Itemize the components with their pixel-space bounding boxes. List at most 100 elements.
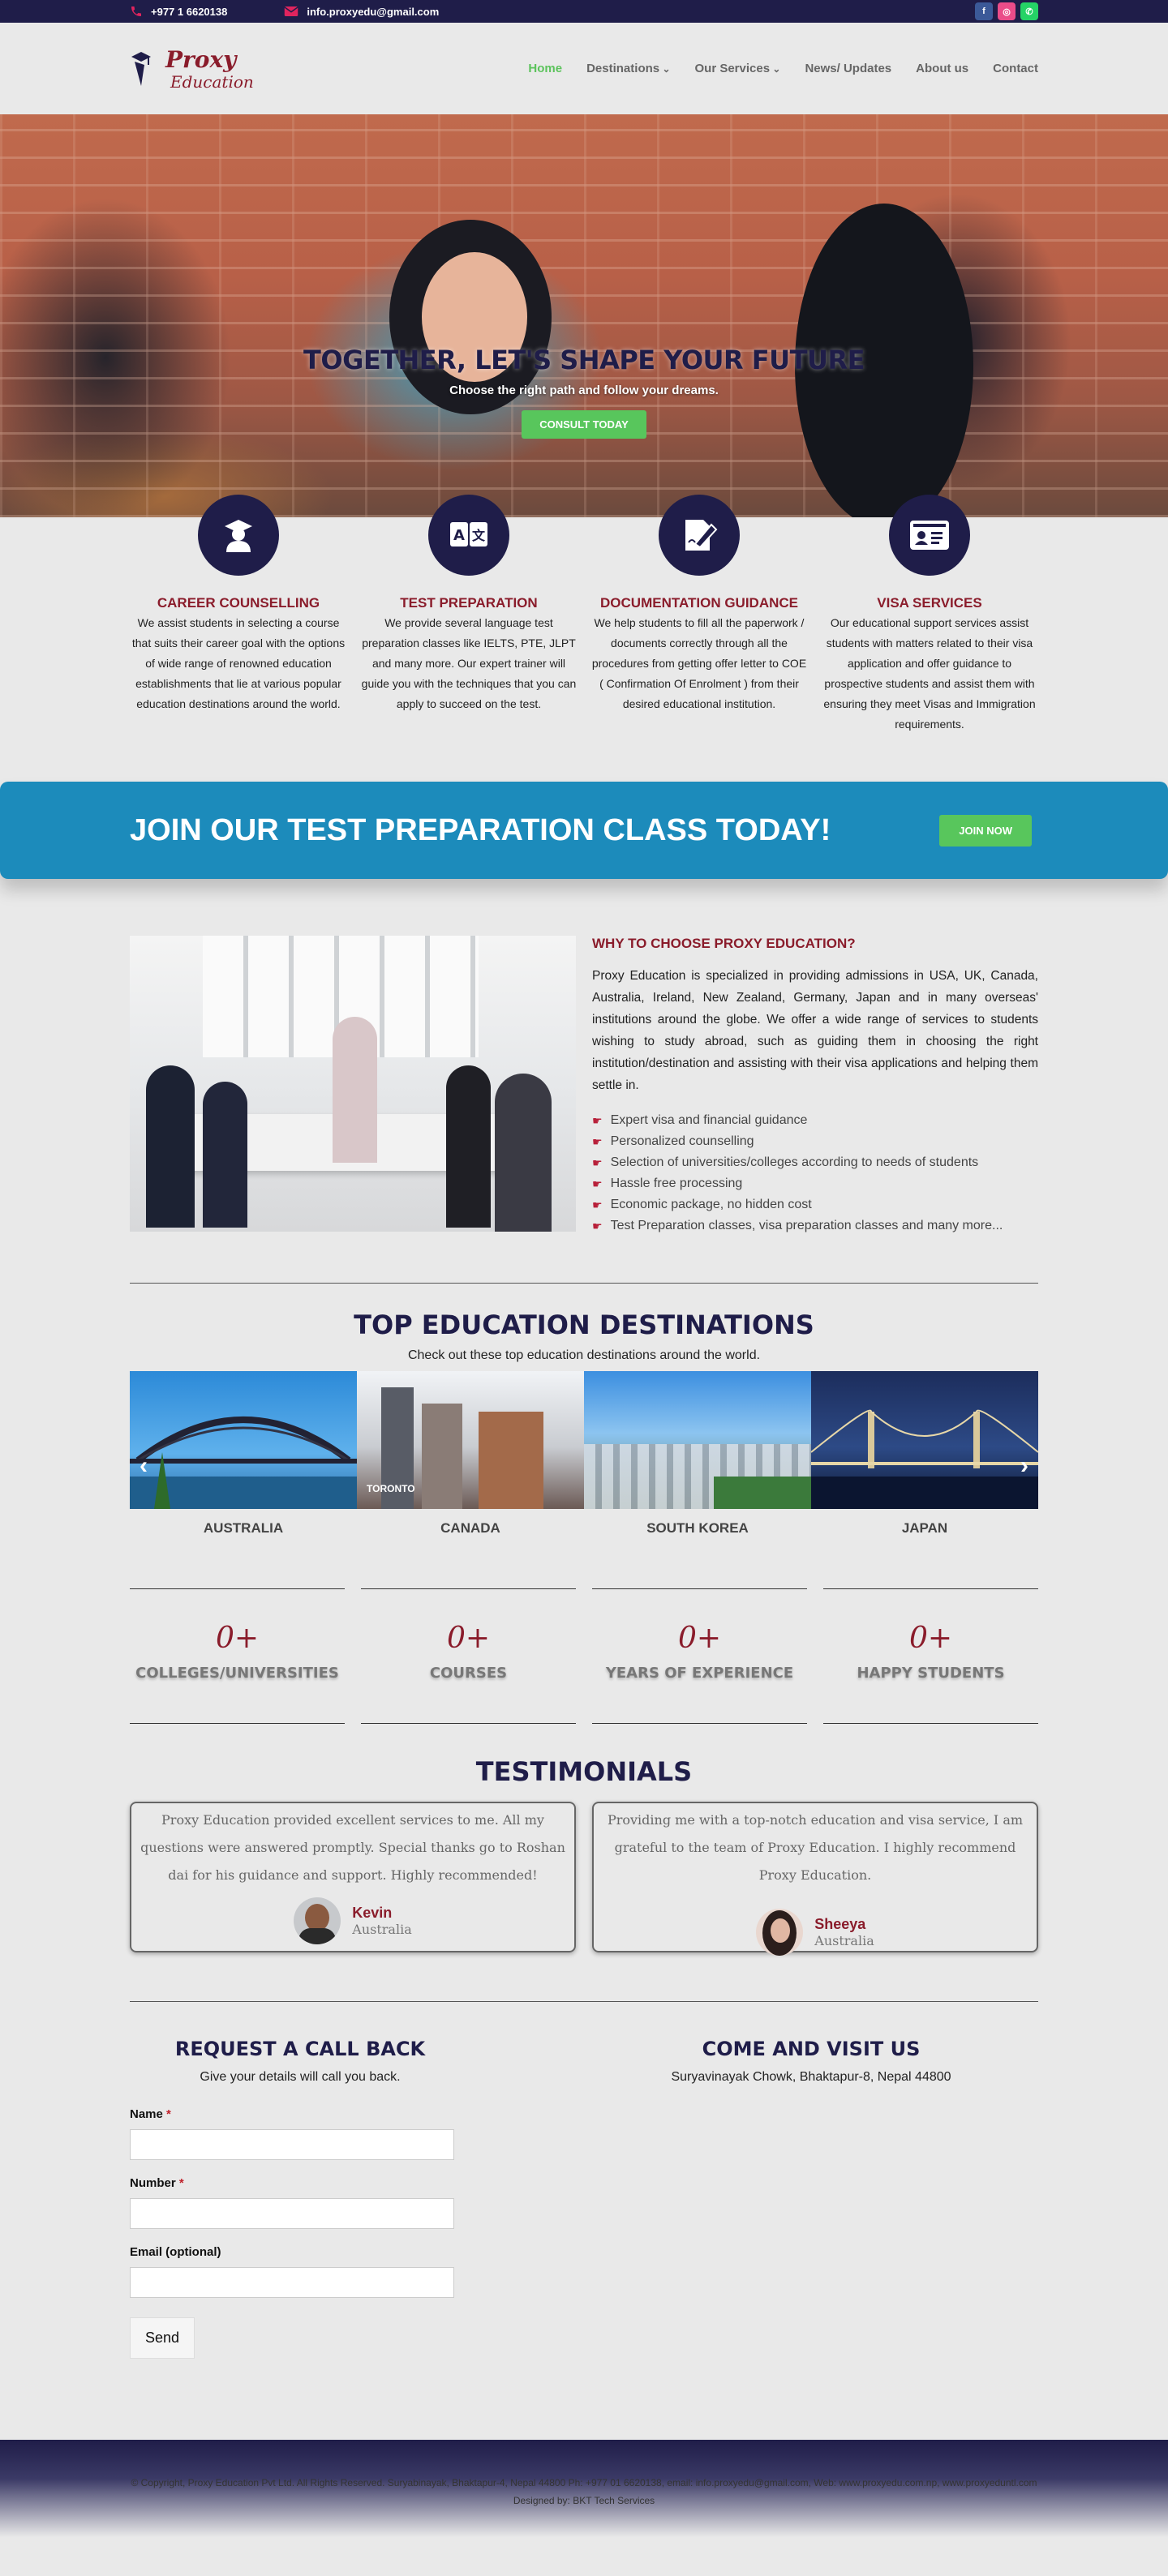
service-documentation-guidance: DOCUMENTATION GUIDANCE We help students … xyxy=(590,495,808,735)
avatar xyxy=(756,1909,804,1956)
social-links: f ◎ ✆ xyxy=(975,2,1038,20)
testimonials-row: Proxy Education provided excellent servi… xyxy=(130,1802,1038,1956)
footer-copyright: © Copyright, Proxy Education Pvt Ltd. Al… xyxy=(131,2477,1037,2488)
point-text: Personalized counselling xyxy=(610,1134,754,1148)
person-info: Kevin Australia xyxy=(352,1905,411,1937)
destinations-subtitle: Check out these top education destinatio… xyxy=(407,1348,761,1362)
why-choose-section: WHY TO CHOOSE PROXY EDUCATION? Proxy Edu… xyxy=(0,936,1168,1237)
join-title: JOIN OUR TEST PREPARATION CLASS TODAY! xyxy=(130,812,831,847)
destination-name: AUSTRALIA xyxy=(203,1520,284,1536)
logo[interactable]: Proxy Education xyxy=(130,45,254,93)
whatsapp-icon[interactable]: ✆ xyxy=(1020,2,1038,20)
park xyxy=(714,1477,811,1509)
email-field[interactable] xyxy=(130,2267,454,2298)
testimonial-location: Australia xyxy=(352,1922,412,1937)
nav-home[interactable]: Home xyxy=(528,62,562,75)
phone-icon xyxy=(131,6,141,16)
list-item: ☛ Selection of universities/colleges acco… xyxy=(592,1153,1038,1172)
destination-south-korea[interactable]: SOUTH KOREA xyxy=(584,1371,811,1537)
service-text: We help students to fill all the paperwo… xyxy=(591,616,807,710)
send-button[interactable]: Send xyxy=(130,2317,195,2359)
counter-number: 0+ xyxy=(677,1622,722,1655)
carousel-prev-arrow[interactable]: ‹ xyxy=(140,1452,148,1480)
destinations-carousel: AUSTRALIA TORONTO CANADA SOUTH KOREA JAP… xyxy=(130,1371,1038,1537)
nav-about-us[interactable]: About us xyxy=(916,62,968,75)
hand-pointer-icon: ☛ xyxy=(592,1219,603,1232)
destination-canada[interactable]: TORONTO CANADA xyxy=(357,1371,584,1537)
required-mark: * xyxy=(166,2107,171,2121)
email-label: Email (optional) xyxy=(130,2245,221,2259)
number-field[interactable] xyxy=(130,2198,454,2229)
site-header: Proxy Education Home Destinations Our Se… xyxy=(0,23,1168,114)
nav-news-updates[interactable]: News/ Updates xyxy=(805,62,891,75)
visit-column: COME AND VISIT US Suryavinayak Chowk, Bh… xyxy=(584,2038,1038,2359)
consult-today-button[interactable]: CONSULT TODAY xyxy=(522,410,646,439)
hero-title: TOGETHER, LET'S SHAPE YOUR FUTURE xyxy=(303,345,865,375)
mail-icon xyxy=(284,6,299,16)
list-item: ☛ Personalized counselling xyxy=(592,1132,1038,1151)
join-banner: JOIN OUR TEST PREPARATION CLASS TODAY! J… xyxy=(0,782,1168,879)
destination-name: SOUTH KOREA xyxy=(646,1520,749,1536)
point-text: Economic package, no hidden cost xyxy=(610,1198,812,1211)
email-contact[interactable]: info.proxyedu@gmail.com xyxy=(284,6,439,18)
name-field[interactable] xyxy=(130,2129,454,2160)
join-now-button[interactable]: JOIN NOW xyxy=(939,814,1032,847)
instagram-icon[interactable]: ◎ xyxy=(998,2,1016,20)
point-text: Selection of universities/colleges accor… xyxy=(610,1155,979,1169)
hero-subtitle: Choose the right path and follow your dr… xyxy=(449,384,719,397)
phone-number: +977 1 6620138 xyxy=(151,5,228,18)
counters-row: 0+ COLLEGES/UNIVERSITIES 0+ COURSES 0+ Y… xyxy=(130,1588,1038,1724)
site-footer: © Copyright, Proxy Education Pvt Ltd. Al… xyxy=(0,2440,1168,2537)
svg-text:A: A xyxy=(453,527,465,544)
logo-text: Proxy Education xyxy=(151,45,254,93)
nav-contact[interactable]: Contact xyxy=(993,62,1038,75)
graduate-icon xyxy=(198,495,279,576)
service-visa-services: VISA SERVICES Our educational support se… xyxy=(821,495,1038,735)
testimonial-card: Proxy Education provided excellent servi… xyxy=(130,1802,576,1952)
service-text: We provide several language test prepara… xyxy=(361,616,577,710)
service-title: DOCUMENTATION GUIDANCE xyxy=(600,595,798,611)
destination-japan[interactable]: JAPAN xyxy=(811,1371,1038,1537)
person-2 xyxy=(203,1082,247,1228)
list-item: ☛ Expert visa and financial guidance xyxy=(592,1111,1038,1130)
person-3 xyxy=(333,1017,377,1163)
nav-destinations[interactable]: Destinations xyxy=(586,62,670,75)
visit-title: COME AND VISIT US xyxy=(702,2038,921,2060)
nav-our-services[interactable]: Our Services xyxy=(695,62,781,75)
service-test-preparation: A文 TEST PREPARATION We provide several l… xyxy=(360,495,578,735)
why-text: Proxy Education is specialized in provid… xyxy=(592,969,1038,1092)
testimonial-name: Kevin xyxy=(352,1905,393,1921)
hero-banner: TOGETHER, LET'S SHAPE YOUR FUTURE Choose… xyxy=(0,114,1168,517)
counter-label: HAPPY STUDENTS xyxy=(857,1665,1005,1682)
label-text: Name xyxy=(130,2107,163,2121)
top-bar: +977 1 6620138 info.proxyedu@gmail.com f… xyxy=(0,0,1168,23)
callback-title: REQUEST A CALL BACK xyxy=(174,2038,426,2060)
why-points: ☛ Expert visa and financial guidance ☛ Per… xyxy=(592,1111,1038,1236)
why-content: WHY TO CHOOSE PROXY EDUCATION? Proxy Edu… xyxy=(592,936,1038,1237)
destination-name: JAPAN xyxy=(901,1520,948,1536)
tower-2 xyxy=(422,1404,462,1509)
why-title: WHY TO CHOOSE PROXY EDUCATION? xyxy=(592,936,856,951)
id-card-icon xyxy=(889,495,970,576)
hand-pointer-icon: ☛ xyxy=(592,1177,603,1190)
rainbow-bridge-graphic xyxy=(811,1409,1038,1509)
carousel-next-arrow[interactable]: › xyxy=(1020,1452,1028,1480)
destination-australia[interactable]: AUSTRALIA xyxy=(130,1371,357,1537)
label-text: Number xyxy=(130,2176,176,2190)
list-item: ☛ Hassle free processing xyxy=(592,1174,1038,1194)
testimonial-quote: Providing me with a top-notch education … xyxy=(607,1812,1024,1883)
testimonial-name: Sheeya xyxy=(814,1916,866,1932)
team-meeting-image xyxy=(130,936,576,1232)
phone-contact[interactable]: +977 1 6620138 xyxy=(130,5,227,18)
name-label: Name * xyxy=(130,2107,454,2121)
person-5 xyxy=(495,1074,552,1232)
person-4 xyxy=(446,1065,491,1228)
divider xyxy=(130,1283,1038,1284)
counter-experience: 0+ YEARS OF EXPERIENCE xyxy=(592,1588,807,1724)
logo-line-1: Proxy xyxy=(165,45,237,73)
facebook-icon[interactable]: f xyxy=(975,2,993,20)
list-item: ☛ Test Preparation classes, visa preparat… xyxy=(592,1216,1038,1236)
hand-pointer-icon: ☛ xyxy=(592,1198,603,1211)
testimonial-person: Kevin Australia xyxy=(138,1897,568,1944)
testimonials-title: TESTIMONIALS xyxy=(475,1756,693,1787)
